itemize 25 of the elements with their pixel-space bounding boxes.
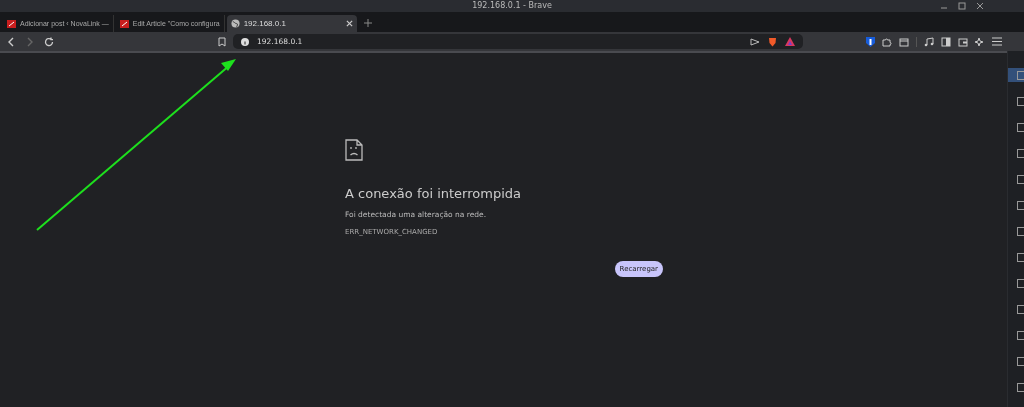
back-icon[interactable] — [6, 36, 16, 47]
wallet-icon[interactable] — [958, 36, 968, 47]
sad-page-icon — [345, 139, 363, 161]
reload-icon[interactable] — [44, 36, 54, 47]
close-icon[interactable] — [976, 2, 984, 10]
menu-icon[interactable] — [992, 37, 1002, 46]
maximize-icon[interactable] — [958, 2, 966, 10]
globe-icon — [230, 19, 240, 28]
sidebar-icon[interactable] — [941, 36, 951, 47]
site-logo-icon — [119, 19, 129, 28]
triangle-icon[interactable] — [785, 37, 795, 46]
window-title: 192.168.0.1 - Brave — [472, 1, 552, 11]
error-title: A conexão foi interrompida — [345, 186, 522, 201]
new-tab-icon[interactable] — [363, 19, 372, 27]
close-icon[interactable] — [345, 20, 353, 27]
site-logo-icon — [7, 19, 16, 28]
info-icon[interactable] — [241, 37, 249, 46]
side-panel-item[interactable] — [1008, 68, 1024, 82]
shield-icon[interactable] — [866, 36, 875, 47]
lion-shield-icon[interactable] — [768, 36, 777, 47]
bookmark-icon[interactable] — [218, 36, 226, 47]
share-icon[interactable] — [750, 37, 760, 46]
music-icon[interactable] — [924, 36, 934, 47]
box-icon[interactable] — [899, 36, 909, 47]
browser-tab[interactable]: 192.168.0.1 — [226, 15, 357, 32]
